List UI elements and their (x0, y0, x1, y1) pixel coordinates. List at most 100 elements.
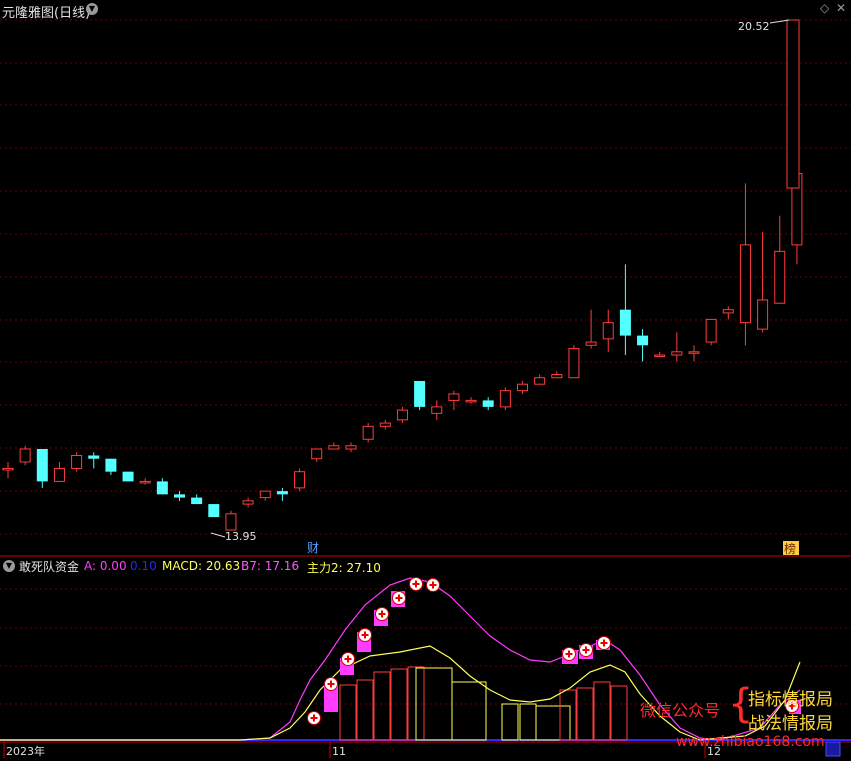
candle (671, 332, 683, 362)
plus-circle-icon (324, 677, 338, 691)
candle (602, 309, 614, 352)
candle-body (414, 380, 426, 407)
collapse-panel-button[interactable]: ◇ (820, 1, 829, 15)
candle (722, 306, 734, 320)
candle (688, 345, 700, 362)
indicator-bar (535, 705, 571, 741)
indicator-field-macd: MACD: 20.63 (162, 559, 241, 573)
candle (259, 490, 271, 501)
candle-body (482, 400, 494, 407)
plus-circle-icon (597, 636, 611, 650)
event-badge: 榜 (784, 541, 796, 556)
indicator-bar (373, 671, 391, 741)
candle-body (585, 341, 597, 346)
candle-body (448, 393, 460, 401)
watermark-right-top: 指标情报局 (748, 690, 833, 710)
candle-body (757, 299, 769, 330)
candle-body (122, 471, 134, 482)
plus-circle-icon (341, 652, 355, 666)
chart-options-button[interactable]: ▼ (86, 3, 98, 15)
indicator-bar (451, 681, 487, 741)
grid-lines (0, 19, 851, 743)
candle (379, 419, 391, 430)
candle-body (619, 309, 631, 336)
plus-circle-icon (562, 647, 576, 661)
candle (739, 183, 751, 346)
candle-body (774, 250, 786, 304)
candle (705, 318, 717, 346)
indicator-bar (519, 703, 537, 741)
indicator-bar (339, 684, 357, 741)
event-badge: 财 (307, 541, 319, 555)
candle-body (654, 354, 666, 358)
indicator-bar (559, 689, 577, 741)
candle (654, 351, 666, 358)
candle-body (671, 351, 683, 356)
candle-body (362, 425, 374, 440)
axis-label: 2023年 (6, 744, 45, 758)
candle-body (2, 467, 14, 471)
candle-body (242, 500, 254, 505)
candlestick-series (2, 19, 803, 531)
candle (362, 423, 374, 443)
watermark-left: 微信公众号 (640, 701, 721, 720)
candle-body (345, 445, 357, 450)
chart-canvas: 20.5213.95财榜 2023年 11 12 (0, 19, 851, 758)
candle (448, 390, 460, 411)
indicator-bar (501, 703, 519, 741)
candle (465, 397, 477, 404)
candle-body (328, 445, 340, 450)
candle (431, 400, 443, 420)
candle-body (191, 497, 203, 505)
candle-body (19, 448, 31, 463)
candle-body (602, 322, 614, 340)
candle (88, 452, 100, 469)
candle-body (225, 513, 237, 531)
candle-body (517, 383, 528, 392)
plus-circle-icon (307, 711, 321, 725)
indicator-field-a: A: 0.00 (84, 559, 127, 573)
candle (53, 461, 65, 482)
candle (482, 397, 494, 411)
candle-body (739, 244, 751, 324)
plus-circle-icon (409, 577, 423, 591)
indicator-name: 敢死队资金 (19, 560, 80, 574)
axis-label: 11 (332, 745, 346, 758)
candle-body (705, 318, 717, 343)
candle (276, 487, 288, 501)
watermark-right-bottom: 战法情报局 (748, 714, 833, 734)
candle-body (431, 406, 443, 414)
candle-body (534, 377, 546, 385)
indicator-options-button[interactable]: ▼ (3, 560, 15, 572)
candle-body (786, 19, 800, 189)
candle-body (688, 351, 700, 354)
indicator-panel (0, 577, 851, 757)
candle-body (499, 390, 511, 408)
candle (19, 445, 31, 466)
candle-body (71, 454, 83, 469)
high-price-label: 20.52 (738, 20, 770, 33)
candle-body (722, 309, 734, 314)
macd-line (0, 645, 801, 741)
candle-body (396, 409, 408, 421)
candle (225, 510, 237, 531)
close-panel-button[interactable]: ✕ (836, 1, 846, 15)
candle (774, 215, 786, 304)
candle-body (208, 504, 220, 518)
candle (345, 442, 357, 453)
candle (568, 345, 580, 379)
candle (294, 468, 306, 492)
candle (414, 380, 426, 411)
candle-body (294, 471, 306, 489)
candle-body (276, 491, 288, 495)
candle (191, 494, 203, 505)
time-axis: 2023年 11 12 (3, 742, 721, 758)
candle (105, 458, 117, 475)
candle (757, 231, 769, 333)
indicator-bar (390, 668, 408, 741)
plus-circle-icon (392, 591, 406, 605)
indicator-field-a2: 0.10 (130, 559, 157, 573)
indicator-bar (576, 687, 594, 741)
candle (71, 452, 83, 472)
indicator-bar (593, 681, 611, 741)
